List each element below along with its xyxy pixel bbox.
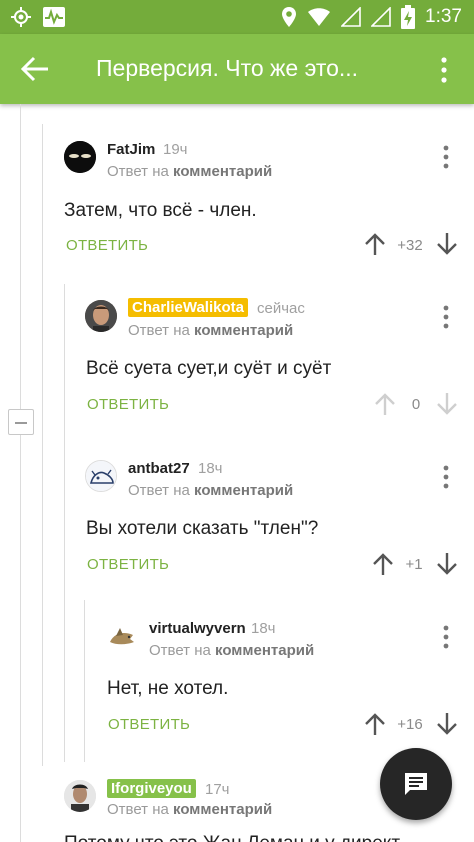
app-bar: Перверсия. Что же это... [0, 34, 474, 104]
reply-target-link[interactable]: комментарий [194, 482, 293, 499]
arrow-up-icon[interactable] [364, 232, 386, 256]
signal-icon-2 [371, 7, 391, 27]
comment-time: 18ч [198, 460, 223, 477]
score: +16 [397, 716, 423, 733]
comments-thread: FatJim 19ч Ответ на комментарий Затем, ч… [0, 104, 474, 842]
comment-time: 17ч [205, 781, 230, 798]
avatar [106, 620, 138, 652]
reply-to-line: Ответ на комментарий [128, 322, 293, 339]
activity-monitor-icon [43, 7, 65, 27]
comment-text: Вы хотели сказать "тлен"? [86, 518, 319, 539]
reply-prefix: Ответ на [107, 163, 169, 180]
reply-target-link[interactable]: комментарий [173, 163, 272, 180]
author-name[interactable]: antbat27 [128, 460, 190, 477]
comment-icon [405, 773, 427, 795]
reply-button[interactable]: ОТВЕТИТЬ [87, 556, 169, 573]
reply-to-line: Ответ на комментарий [149, 642, 314, 659]
more-vertical-icon[interactable] [439, 624, 453, 650]
reply-target-link[interactable]: комментарий [173, 801, 272, 818]
comment-time: 18ч [251, 620, 276, 637]
wifi-icon [308, 8, 331, 26]
reply-button[interactable]: ОТВЕТИТЬ [108, 716, 190, 733]
avatar [85, 300, 117, 332]
arrow-down-icon[interactable] [436, 232, 458, 256]
status-time: 1:37 [425, 6, 462, 27]
comment-text: Нет, не хотел. [107, 678, 229, 699]
comment-text: Затем, что всё - член. [64, 200, 257, 221]
avatar [85, 460, 117, 492]
more-vertical-icon[interactable] [439, 144, 453, 170]
comment: CharlieWalikota сейчас Ответ на коммента… [0, 284, 474, 434]
page-title: Перверсия. Что же это... [96, 55, 359, 81]
signal-icon [341, 7, 361, 27]
status-bar: 1:37 [0, 0, 474, 34]
reply-prefix: Ответ на [128, 482, 190, 499]
arrow-left-icon[interactable] [20, 55, 52, 83]
more-vertical-icon[interactable] [439, 464, 453, 490]
avatar [64, 141, 96, 173]
arrow-up-icon[interactable] [374, 392, 396, 416]
score: +32 [397, 237, 423, 254]
location-pin-icon [282, 7, 297, 27]
author-name[interactable]: virtualwyvern [149, 620, 246, 637]
score: +1 [405, 556, 423, 573]
more-vertical-icon[interactable] [434, 56, 454, 84]
reply-button[interactable]: ОТВЕТИТЬ [66, 237, 148, 254]
arrow-down-icon[interactable] [436, 712, 458, 736]
reply-prefix: Ответ на [107, 801, 169, 818]
arrow-up-icon[interactable] [372, 552, 394, 576]
comment-text: Всё суета сует,и суёт и суёт [86, 358, 332, 379]
reply-button[interactable]: ОТВЕТИТЬ [87, 396, 169, 413]
arrow-up-icon[interactable] [364, 712, 386, 736]
author-name[interactable]: CharlieWalikota [128, 298, 248, 317]
arrow-down-icon[interactable] [436, 392, 458, 416]
reply-target-link[interactable]: комментарий [194, 322, 293, 339]
comment-time: сейчас [257, 300, 305, 317]
more-vertical-icon[interactable] [439, 304, 453, 330]
author-name[interactable]: FatJim [107, 141, 155, 158]
comment: FatJim 19ч Ответ на комментарий Затем, ч… [0, 104, 474, 274]
battery-charging-icon [401, 5, 416, 29]
reply-to-line: Ответ на комментарий [128, 482, 293, 499]
score: 0 [411, 396, 421, 413]
comment: virtualwyvern 18ч Ответ на комментарий Н… [0, 602, 474, 762]
reply-to-line: Ответ на комментарий [107, 163, 272, 180]
reply-prefix: Ответ на [149, 642, 211, 659]
reply-to-line: Ответ на комментарий [107, 801, 272, 818]
reply-target-link[interactable]: комментарий [215, 642, 314, 659]
comment: antbat27 18ч Ответ на комментарий Вы хот… [0, 444, 474, 594]
reply-prefix: Ответ на [128, 322, 190, 339]
add-comment-button[interactable] [380, 748, 452, 820]
comment-text: Потому что это Жан Леман и у директ... [64, 833, 414, 842]
comment-time: 19ч [163, 141, 188, 158]
avatar [64, 780, 96, 812]
location-target-icon [11, 7, 31, 27]
arrow-down-icon[interactable] [436, 552, 458, 576]
author-name[interactable]: Iforgiveyou [107, 779, 196, 798]
